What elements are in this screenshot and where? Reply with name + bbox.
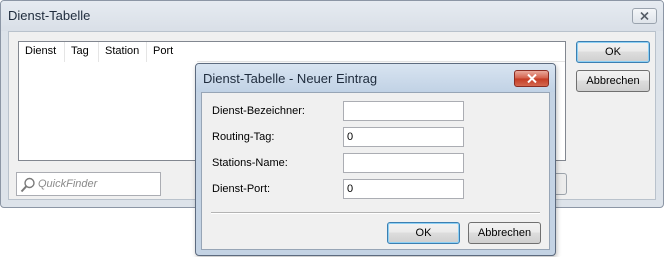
obscured-button[interactable] — [555, 173, 567, 195]
quickfinder-placeholder: QuickFinder — [38, 178, 98, 190]
new-entry-dialog: Dienst-Tabelle - Neuer Eintrag Dienst-Be… — [195, 63, 556, 256]
main-close-button[interactable] — [632, 8, 657, 24]
close-icon — [640, 12, 649, 20]
dienst-bezeichner-input[interactable] — [343, 101, 464, 121]
column-header-station[interactable]: Station — [99, 42, 147, 62]
magnifier-icon — [20, 177, 35, 193]
dialog-separator — [211, 212, 540, 214]
column-header-port[interactable]: Port — [147, 42, 197, 62]
ok-button[interactable]: OK — [576, 41, 650, 63]
label-dienst-bezeichner: Dienst-Bezeichner: — [212, 105, 305, 117]
stations-name-input[interactable] — [343, 153, 464, 173]
routing-tag-input[interactable] — [343, 127, 464, 147]
dialog-ok-button[interactable]: OK — [387, 222, 460, 244]
dialog-titlebar[interactable]: Dienst-Tabelle - Neuer Eintrag — [196, 64, 555, 92]
main-titlebar[interactable]: Dienst-Tabelle — [1, 1, 663, 31]
dialog-cancel-button[interactable]: Abbrechen — [468, 222, 541, 244]
label-dienst-port: Dienst-Port: — [212, 183, 271, 195]
cancel-button[interactable]: Abbrechen — [576, 70, 650, 92]
table-header: Dienst Tag Station Port — [19, 42, 565, 62]
dialog-close-button[interactable] — [514, 70, 549, 87]
main-window-title: Dienst-Tabelle — [8, 8, 91, 23]
column-header-dienst[interactable]: Dienst — [19, 42, 65, 62]
dialog-title: Dienst-Tabelle - Neuer Eintrag — [203, 71, 378, 86]
label-stations-name: Stations-Name: — [212, 157, 288, 169]
column-header-tag[interactable]: Tag — [65, 42, 99, 62]
label-routing-tag: Routing-Tag: — [212, 131, 275, 143]
quickfinder-input[interactable]: QuickFinder — [16, 172, 161, 196]
close-icon — [526, 74, 537, 83]
dialog-client-area: Dienst-Bezeichner: Routing-Tag: Stations… — [201, 92, 550, 250]
dienst-port-input[interactable] — [343, 179, 464, 199]
